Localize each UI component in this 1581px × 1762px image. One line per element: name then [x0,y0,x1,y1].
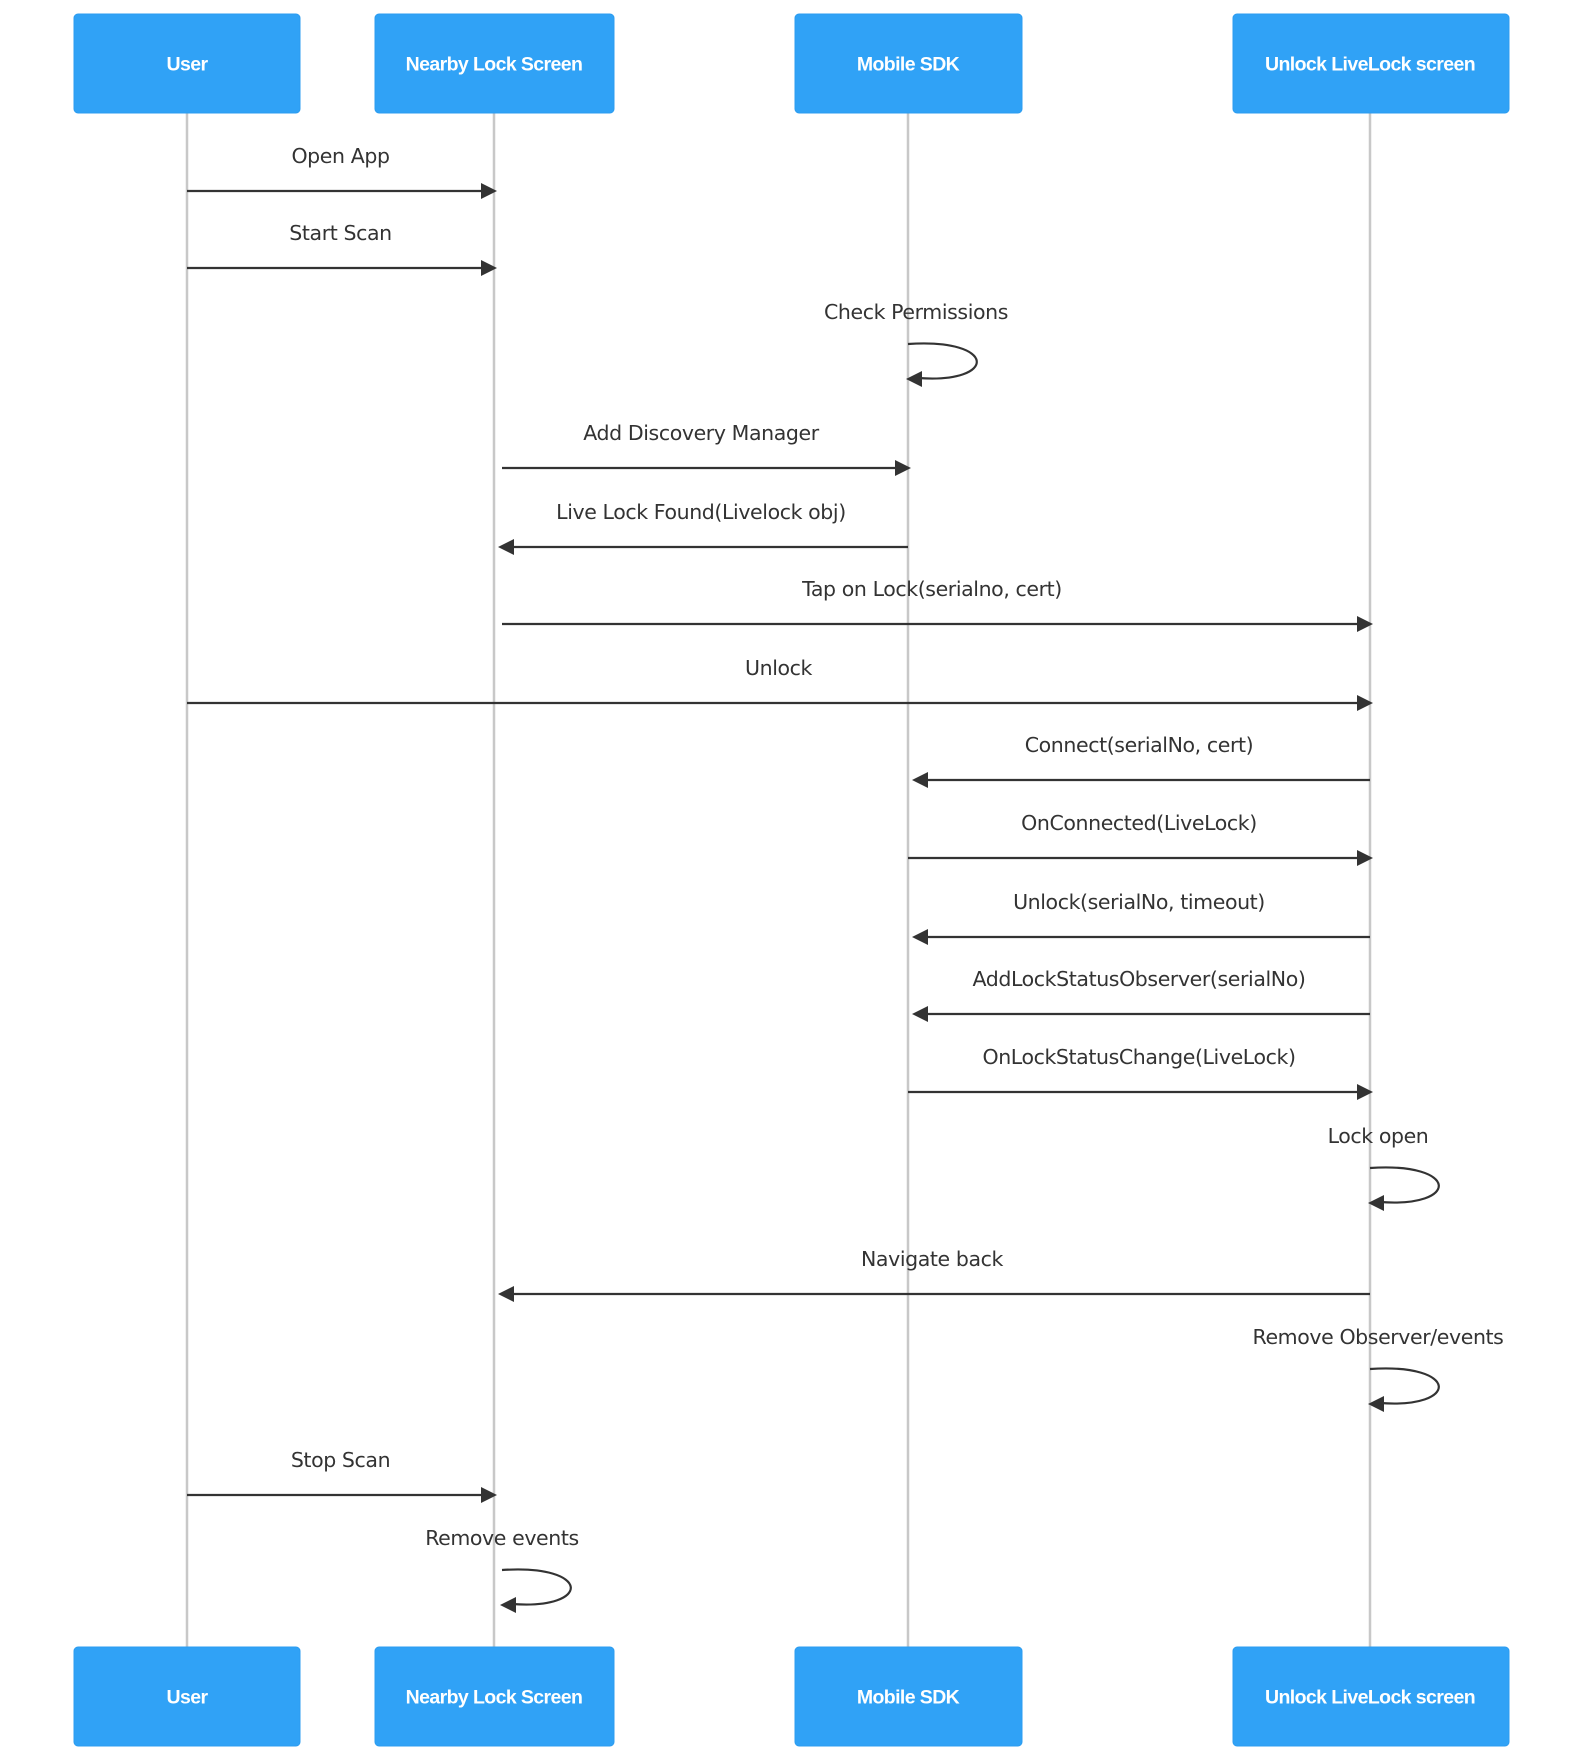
participants-bottom: User Nearby Lock Screen Mobile SDK Unlock L… [73,1646,1510,1747]
participant-sdk-bottom[interactable]: Mobile SDK [794,1646,1023,1747]
arrowhead-icon [498,539,514,555]
message-label: Remove events [425,1526,579,1550]
message-2: Start Scan [187,221,497,276]
participant-user-top[interactable]: User [73,13,301,114]
participant-nearby-top[interactable]: Nearby Lock Screen [374,13,615,114]
message-11: AddLockStatusObserver(serialNo) [912,967,1370,1022]
message-1: Open App [187,144,497,199]
participant-label: Unlock LiveLock screen [1265,1687,1475,1709]
participant-label: Mobile SDK [857,54,960,76]
message-14: Navigate back [498,1247,1370,1302]
message-label: Open App [291,144,389,168]
arrowhead-icon [912,772,928,788]
participant-unlock-top[interactable]: Unlock LiveLock screen [1232,13,1510,114]
participants-top: User Nearby Lock Screen Mobile SDK Unlock L… [73,13,1510,114]
message-9: OnConnected(LiveLock) [908,811,1373,866]
message-label: Check Permissions [824,300,1008,324]
message-4: Add Discovery Manager [502,421,911,476]
participant-user-bottom[interactable]: User [73,1646,301,1747]
message-15: Remove Observer/events [1253,1325,1504,1412]
participant-label: Unlock LiveLock screen [1265,54,1475,76]
message-label: Lock open [1328,1124,1429,1148]
message-label: Unlock [745,656,813,680]
message-label: Add Discovery Manager [583,421,819,445]
message-label: Remove Observer/events [1253,1325,1504,1349]
message-6: Tap on Lock(serialno, cert) [502,577,1373,632]
message-label: Unlock(serialNo, timeout) [1013,890,1265,914]
participant-label: Nearby Lock Screen [406,1687,583,1709]
participant-label: Nearby Lock Screen [406,54,583,76]
message-label: Tap on Lock(serialno, cert) [801,577,1062,601]
participant-unlock-bottom[interactable]: Unlock LiveLock screen [1232,1646,1510,1747]
message-label: Navigate back [861,1247,1004,1271]
messages: Open App Start Scan Check Permissions Add D… [187,144,1504,1613]
arrowhead-icon [912,1006,928,1022]
message-17: Remove events [425,1526,579,1613]
message-7: Unlock [187,656,1373,711]
message-3: Check Permissions [824,300,1008,387]
message-label: Start Scan [289,221,391,245]
message-label: AddLockStatusObserver(serialNo) [973,967,1306,991]
participant-label: Mobile SDK [857,1687,960,1709]
participant-label: User [167,1687,209,1709]
participant-sdk-top[interactable]: Mobile SDK [794,13,1023,114]
arrowhead-icon [498,1286,514,1302]
message-label: OnConnected(LiveLock) [1021,811,1257,835]
message-12: OnLockStatusChange(LiveLock) [908,1045,1373,1100]
message-13: Lock open [1328,1124,1440,1211]
participant-nearby-bottom[interactable]: Nearby Lock Screen [374,1646,615,1747]
message-8: Connect(serialNo, cert) [912,733,1370,788]
message-label: OnLockStatusChange(LiveLock) [982,1045,1295,1069]
participant-label: User [167,54,209,76]
message-16: Stop Scan [187,1448,497,1503]
message-label: Connect(serialNo, cert) [1025,733,1254,757]
lifelines [185,113,1372,1647]
sequence-diagram: Open App Start Scan Check Permissions Add D… [73,13,1510,1747]
message-label: Stop Scan [291,1448,390,1472]
arrowhead-icon [500,1597,516,1613]
arrowhead-icon [912,929,928,945]
message-10: Unlock(serialNo, timeout) [912,890,1370,945]
message-label: Live Lock Found(Livelock obj) [556,500,846,524]
message-5: Live Lock Found(Livelock obj) [498,500,908,555]
